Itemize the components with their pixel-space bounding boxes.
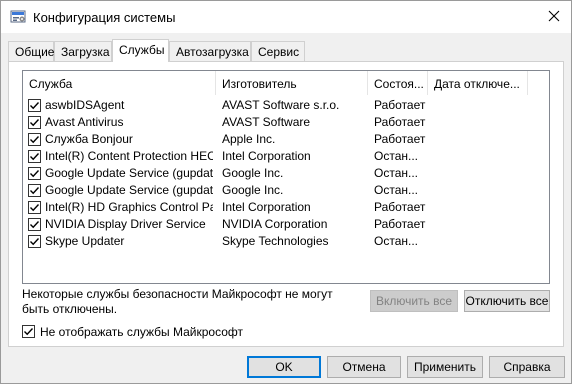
disable-all-button[interactable]: Отключить все — [464, 290, 550, 312]
service-name: Служба Bonjour — [45, 132, 133, 146]
ok-button[interactable]: OK — [247, 356, 321, 378]
checkmark-icon — [30, 102, 40, 110]
close-button[interactable] — [537, 1, 571, 33]
checkmark-icon — [30, 221, 40, 229]
checkmark-icon — [30, 136, 40, 144]
service-status: Остан... — [374, 149, 418, 163]
service-manufacturer: AVAST Software — [222, 115, 311, 129]
title-bar[interactable]: Конфигурация системы — [1, 1, 571, 33]
table-row[interactable]: aswbIDSAgent AVAST Software s.r.o. Работ… — [23, 97, 549, 114]
service-status: Работает — [374, 115, 426, 129]
table-row[interactable]: Служба Bonjour Apple Inc. Работает — [23, 131, 549, 148]
hide-microsoft-services-label: Не отображать службы Майкрософт — [40, 325, 244, 339]
column-header-status[interactable]: Состоя... — [368, 71, 428, 95]
service-status: Работает — [374, 98, 426, 112]
service-name: NVIDIA Display Driver Service — [45, 217, 206, 231]
table-row[interactable]: Google Update Service (gupdatem) Google … — [23, 182, 549, 199]
table-row[interactable]: Intel(R) Content Protection HEC... Intel… — [23, 148, 549, 165]
service-checkbox[interactable] — [28, 184, 41, 197]
msconfig-app-icon — [10, 9, 26, 25]
service-manufacturer: Google Inc. — [222, 183, 284, 197]
service-name: Google Update Service (gupdatem) — [45, 183, 213, 197]
apply-button[interactable]: Применить — [407, 356, 483, 378]
service-status: Остан... — [374, 234, 418, 248]
enable-all-button[interactable]: Включить все — [370, 290, 458, 312]
checkmark-icon — [30, 204, 40, 212]
checkmark-icon — [30, 187, 40, 195]
service-checkbox[interactable] — [28, 116, 41, 129]
services-list[interactable]: Служба Изготовитель Состоя... Дата отклю… — [22, 70, 550, 284]
service-manufacturer: Skype Technologies — [222, 234, 329, 248]
table-row[interactable]: Google Update Service (gupdate) Google I… — [23, 165, 549, 182]
service-checkbox[interactable] — [28, 235, 41, 248]
service-manufacturer: Intel Corporation — [222, 149, 311, 163]
service-name: aswbIDSAgent — [45, 98, 125, 112]
service-status: Работает — [374, 132, 426, 146]
service-manufacturer: Google Inc. — [222, 166, 284, 180]
column-header-disabled-date[interactable]: Дата отключе... — [428, 71, 528, 95]
service-manufacturer: AVAST Software s.r.o. — [222, 98, 340, 112]
service-status: Работает — [374, 217, 426, 231]
tab-services[interactable]: Службы — [112, 39, 169, 62]
table-row[interactable]: Intel(R) HD Graphics Control Pa... Intel… — [23, 199, 549, 216]
hide-microsoft-services-checkbox[interactable] — [22, 325, 35, 338]
service-name: Intel(R) Content Protection HEC... — [45, 149, 213, 163]
checkmark-icon — [24, 328, 34, 336]
service-name: Avast Antivirus — [45, 115, 124, 129]
service-manufacturer: NVIDIA Corporation — [222, 217, 328, 231]
checkmark-icon — [30, 238, 40, 246]
checkmark-icon — [30, 153, 40, 161]
system-configuration-window: Конфигурация системы Общие Загрузка Служ… — [0, 0, 572, 384]
service-checkbox[interactable] — [28, 99, 41, 112]
service-name: Google Update Service (gupdate) — [45, 166, 213, 180]
help-button[interactable]: Справка — [489, 356, 565, 378]
service-checkbox[interactable] — [28, 201, 41, 214]
services-panel: Служба Изготовитель Состоя... Дата отклю… — [8, 61, 564, 347]
service-name: Skype Updater — [45, 234, 125, 248]
table-row[interactable]: NVIDIA Display Driver Service NVIDIA Cor… — [23, 216, 549, 233]
service-name: Intel(R) HD Graphics Control Pa... — [45, 200, 213, 214]
service-checkbox[interactable] — [28, 133, 41, 146]
service-checkbox[interactable] — [28, 167, 41, 180]
microsoft-services-notice: Некоторые службы безопасности Майкрософт… — [22, 287, 333, 316]
service-checkbox[interactable] — [28, 150, 41, 163]
tab-startup[interactable]: Автозагрузка — [169, 41, 251, 61]
checkmark-icon — [30, 170, 40, 178]
column-header-manufacturer[interactable]: Изготовитель — [216, 71, 368, 95]
tab-boot[interactable]: Загрузка — [54, 41, 112, 61]
service-manufacturer: Intel Corporation — [222, 200, 311, 214]
service-status: Работает — [374, 200, 426, 214]
service-status: Остан... — [374, 183, 418, 197]
cancel-button[interactable]: Отмена — [327, 356, 401, 378]
service-checkbox[interactable] — [28, 218, 41, 231]
table-row[interactable]: Avast Antivirus AVAST Software Работает — [23, 114, 549, 131]
window-title: Конфигурация системы — [33, 10, 176, 25]
checkmark-icon — [30, 119, 40, 127]
service-status: Остан... — [374, 166, 418, 180]
column-header-service[interactable]: Служба — [23, 71, 216, 95]
list-header: Служба Изготовитель Состоя... Дата отклю… — [23, 71, 549, 95]
close-icon — [548, 10, 560, 25]
tab-general[interactable]: Общие — [8, 41, 54, 61]
table-row[interactable]: Skype Updater Skype Technologies Остан..… — [23, 233, 549, 250]
service-manufacturer: Apple Inc. — [222, 132, 276, 146]
tab-tools[interactable]: Сервис — [251, 41, 305, 61]
